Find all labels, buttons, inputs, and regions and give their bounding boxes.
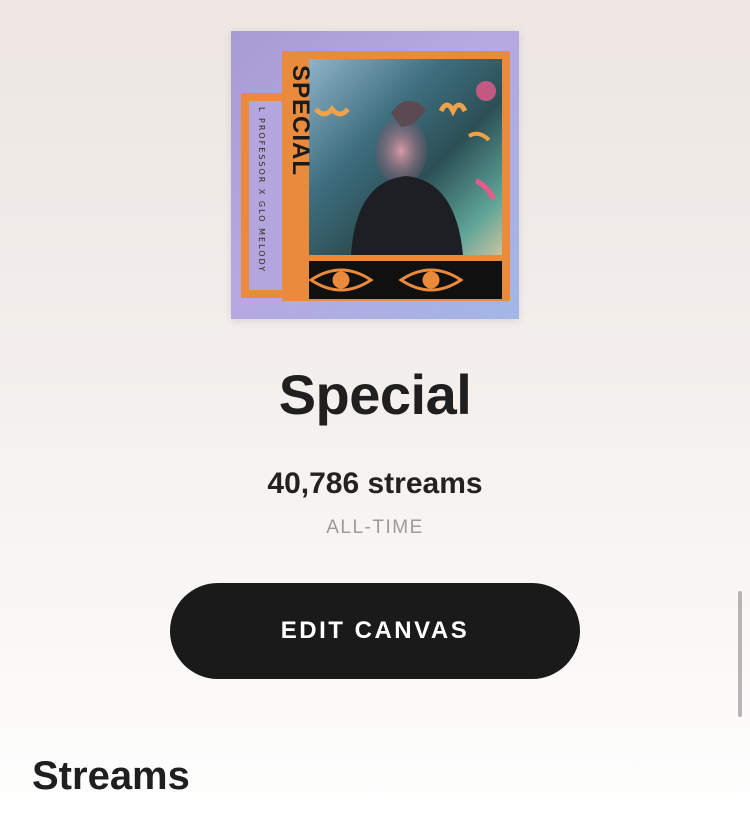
album-artwork: SPECIAL L PROFESSOR X GLO MELODY — [231, 31, 519, 319]
streams-count: 40,786 streams — [267, 467, 483, 500]
edit-canvas-button[interactable]: EDIT CANVAS — [170, 583, 580, 679]
scrollbar-thumb[interactable] — [738, 591, 742, 717]
period-label: ALL-TIME — [326, 517, 424, 538]
streams-section-heading: Streams — [32, 754, 190, 798]
album-art-title: SPECIAL — [287, 65, 314, 176]
album-artwork-graphic: SPECIAL L PROFESSOR X GLO MELODY — [241, 51, 510, 301]
track-title: Special — [278, 363, 472, 426]
album-art-artists: L PROFESSOR X GLO MELODY — [257, 107, 266, 273]
